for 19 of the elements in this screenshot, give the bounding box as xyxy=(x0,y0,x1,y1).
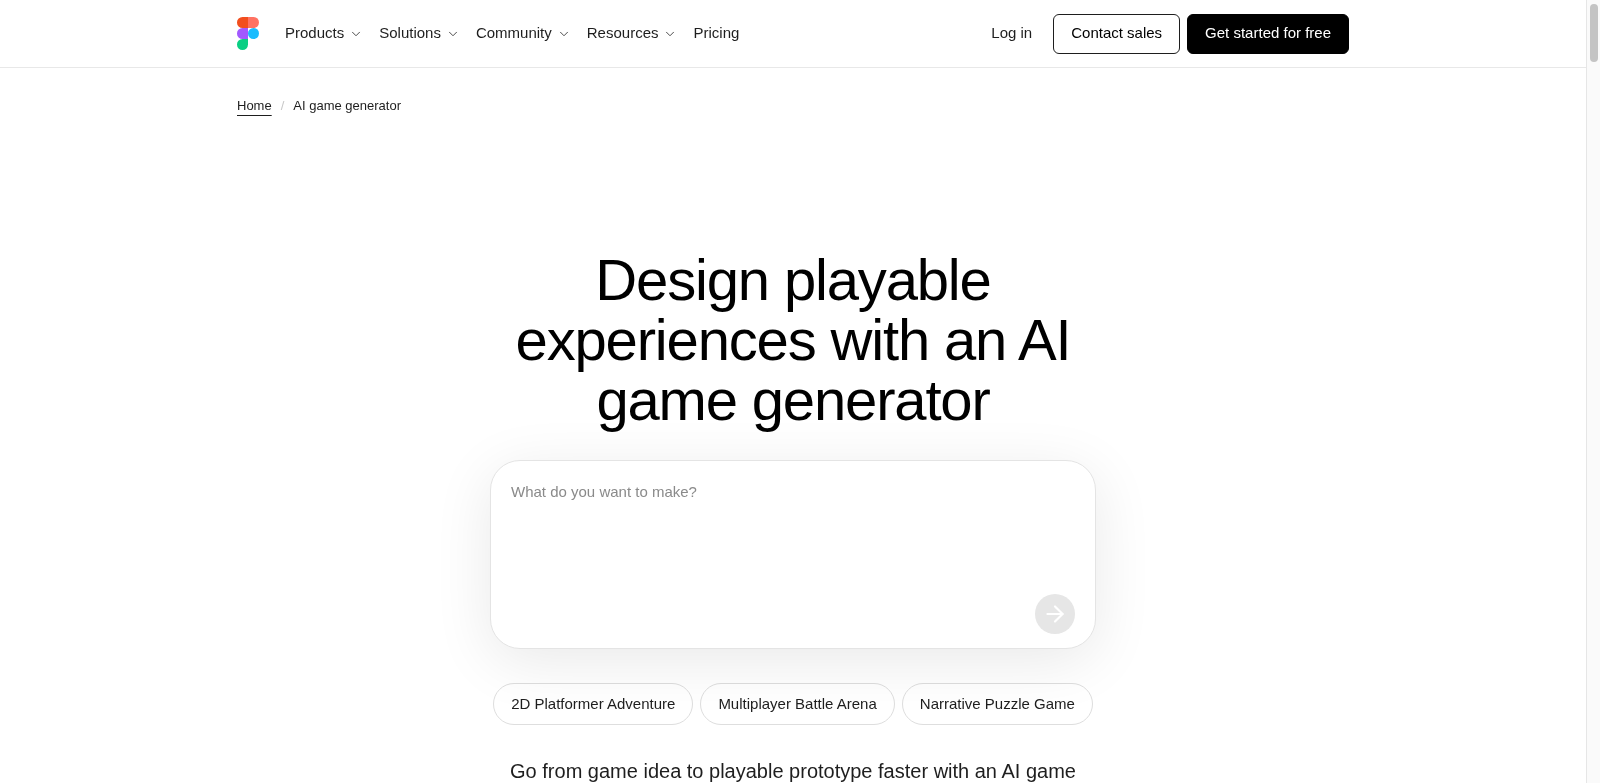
hero-description: Go from game idea to playable prototype faster with an AI game xyxy=(509,759,1077,783)
contact-sales-button[interactable]: Contact sales xyxy=(1053,13,1181,54)
breadcrumb-separator: / xyxy=(280,97,285,115)
prompt-field[interactable]: What do you want to make? xyxy=(490,460,1096,649)
nav-menu[interactable]: Products xyxy=(285,22,364,45)
scrollbar-thumb[interactable] xyxy=(1589,4,1598,62)
breadcrumb-current: AI game generator xyxy=(293,97,401,115)
nav-menu[interactable]: Community xyxy=(475,22,571,45)
get-started-button[interactable]: Get started for free xyxy=(1187,13,1349,54)
suggestion-chip[interactable]: Multiplayer Battle Arena xyxy=(700,683,895,725)
hero-heading: Design playable experiences with an AI game generator xyxy=(514,250,1072,430)
nav-link[interactable]: Pricing xyxy=(693,22,740,45)
login-link[interactable]: Log in xyxy=(987,13,1037,54)
suggestion-chip[interactable]: 2D Platformer Adventure xyxy=(493,683,694,725)
breadcrumb-link[interactable]: Home xyxy=(237,96,272,116)
logo-icon[interactable] xyxy=(237,17,259,50)
suggestion-chip[interactable]: Narrative Puzzle Game xyxy=(901,683,1093,725)
nav-menu[interactable]: Solutions xyxy=(379,22,460,45)
nav-menu[interactable]: Resources xyxy=(586,22,678,45)
